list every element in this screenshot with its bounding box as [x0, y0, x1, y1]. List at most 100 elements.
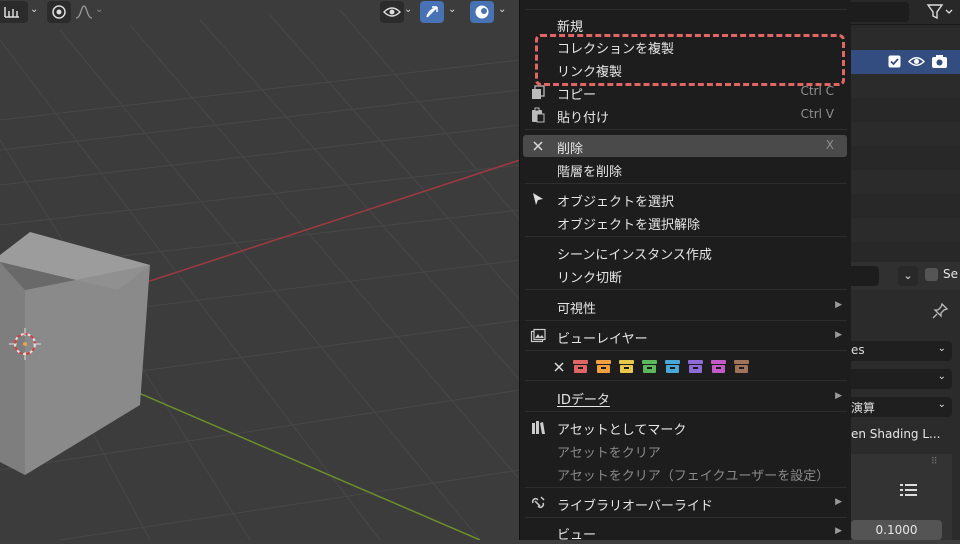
close-icon: [533, 141, 543, 151]
cube-front: [0, 262, 25, 475]
dropdown-value: es: [851, 343, 865, 357]
color-tag-8[interactable]: [734, 360, 749, 373]
menu-item-label: リンク切断: [557, 271, 623, 286]
menu-item-label: ビューレイヤー: [557, 332, 648, 347]
menu-item-label: オブジェクトを選択解除: [557, 218, 701, 233]
view-icon: [383, 7, 401, 17]
color-tag-3[interactable]: [619, 360, 634, 373]
3d-viewport[interactable]: ⌄ ⌄ ⌄ ⌄ ⌄: [0, 0, 520, 540]
menu-item-id-data[interactable]: IDデータ ▶: [520, 386, 852, 409]
menu-item-view[interactable]: ビュー ▶: [520, 521, 852, 544]
library-override-icon: [531, 496, 545, 509]
clear-color-tag-icon[interactable]: [552, 360, 566, 374]
color-tag-5[interactable]: [665, 360, 680, 373]
image-icon: [530, 328, 546, 343]
chevron-down-icon[interactable]: ⌄: [30, 4, 38, 15]
menu-item-label: IDデータ: [557, 393, 610, 408]
menu-item-clear-asset-fake-user: アセットをクリア（フェイクユーザーを設定）: [520, 462, 852, 485]
submenu-arrow-icon: ▶: [835, 391, 842, 401]
y-axis-line: [89, 371, 481, 540]
falloff-button[interactable]: [73, 1, 95, 23]
checkbox-icon[interactable]: [888, 55, 901, 68]
paste-icon: [532, 107, 545, 123]
menu-item-view-layer[interactable]: ビューレイヤー ▶: [520, 325, 852, 348]
menu-item-label: シーンにインスタンス作成: [557, 248, 712, 263]
menu-item-new[interactable]: 新規: [520, 13, 852, 36]
color-tag-4[interactable]: [642, 360, 657, 373]
properties-subpanel: ⠿ 0.1000: [851, 454, 952, 540]
falloff-icon: [75, 5, 93, 19]
list-icon[interactable]: [899, 482, 919, 498]
asset-books-icon: [532, 421, 545, 434]
chevron-down-icon[interactable]: ⌄: [404, 4, 412, 15]
drag-handle-icon[interactable]: ⠿: [931, 457, 939, 467]
menu-item-label: アセットをクリア: [557, 446, 661, 461]
menu-item-paste[interactable]: 貼り付け Ctrl V: [520, 104, 852, 127]
properties-dropdown-3[interactable]: 演算 ⌄: [851, 397, 952, 417]
menu-item-label: コピー: [557, 88, 597, 103]
overlay-icon: [475, 5, 489, 19]
pin-icon[interactable]: [931, 302, 949, 320]
chevron-down-icon[interactable]: ⌄: [898, 266, 918, 286]
properties-dropdown-2[interactable]: ⌄: [851, 369, 952, 389]
menu-item-label: ビュー: [557, 528, 597, 543]
submenu-arrow-icon: ▶: [835, 330, 842, 340]
viewport-header: ⌄ ⌄ ⌄ ⌄ ⌄: [0, 0, 520, 24]
menu-item-library-override[interactable]: ライブラリオーバーライド ▶: [520, 492, 852, 515]
view-object-types-button[interactable]: [380, 1, 404, 23]
properties-panel: ⌄ Se es ⌄ ⌄ 演算 ⌄ en Shading L... ⠿ 0.100…: [851, 262, 960, 540]
menu-item-delete[interactable]: 削除 X: [520, 135, 852, 158]
overlay-toggle-button[interactable]: [470, 1, 494, 23]
outliner-selected-row[interactable]: [851, 50, 960, 74]
snapping-button[interactable]: [0, 1, 28, 23]
eye-icon[interactable]: [908, 55, 925, 68]
proportional-edit-icon: [52, 5, 66, 19]
menu-item-label: 新規: [557, 20, 584, 35]
highlight-annotation: [535, 34, 845, 86]
chevron-down-icon: ⌄: [937, 399, 946, 410]
shortcut-label: Ctrl V: [800, 107, 834, 121]
properties-dropdown-1[interactable]: es ⌄: [851, 341, 952, 361]
dropdown-value: 演算: [851, 401, 876, 415]
chevron-down-icon[interactable]: ⌄: [448, 4, 456, 15]
menu-item-visibility[interactable]: 可視性 ▶: [520, 295, 852, 318]
color-tag-2[interactable]: [596, 360, 611, 373]
chevron-down-icon: ⌄: [937, 343, 946, 354]
proportional-edit-button[interactable]: [47, 1, 71, 23]
filter-icon[interactable]: [926, 3, 954, 21]
color-tag-1[interactable]: [573, 360, 588, 373]
menu-item-unlink[interactable]: リンク切断: [520, 264, 852, 287]
menu-item-instance-to-scene[interactable]: シーンにインスタンス作成: [520, 241, 852, 264]
camera-icon[interactable]: [931, 54, 948, 69]
menu-item-select-objects[interactable]: オブジェクトを選択: [520, 188, 852, 211]
outliner-search-input[interactable]: [851, 2, 909, 22]
outliner-panel: [851, 0, 960, 262]
menu-item-delete-hierarchy[interactable]: 階層を削除: [520, 158, 852, 181]
color-tag-7[interactable]: [711, 360, 726, 373]
checkbox-input[interactable]: [925, 268, 938, 281]
cursor-arrow-icon: [533, 193, 543, 205]
menu-item-label: 可視性: [557, 302, 597, 317]
copy-icon: [532, 85, 545, 99]
menu-item-label: ライブラリオーバーライド: [557, 499, 713, 514]
shortcut-label: X: [825, 138, 834, 152]
color-tag-6[interactable]: [688, 360, 703, 373]
checkbox-label: Se: [943, 267, 958, 281]
menu-item-label: オブジェクトを選択: [557, 195, 675, 210]
chevron-down-icon: ⌄: [937, 371, 946, 382]
viewport-scene: [0, 9, 520, 540]
menu-item-deselect-objects[interactable]: オブジェクトを選択解除: [520, 211, 852, 234]
shortcut-label: Ctrl C: [800, 84, 834, 98]
chevron-down-icon[interactable]: ⌄: [498, 4, 506, 15]
gizmo-icon: [426, 6, 438, 18]
menu-item-label: アセットをクリア（フェイクユーザーを設定）: [557, 469, 830, 484]
menu-item-label: アセットとしてマーク: [557, 423, 687, 438]
properties-search-input[interactable]: [851, 266, 879, 286]
chevron-down-icon[interactable]: ⌄: [95, 4, 103, 15]
menu-item-mark-as-asset[interactable]: アセットとしてマーク: [520, 416, 852, 439]
gizmo-toggle-button[interactable]: [420, 1, 444, 23]
cube-left-face: [25, 265, 150, 475]
snapping-icon: [4, 7, 19, 18]
value-field[interactable]: 0.1000: [851, 520, 942, 540]
submenu-arrow-icon: ▶: [835, 300, 842, 310]
